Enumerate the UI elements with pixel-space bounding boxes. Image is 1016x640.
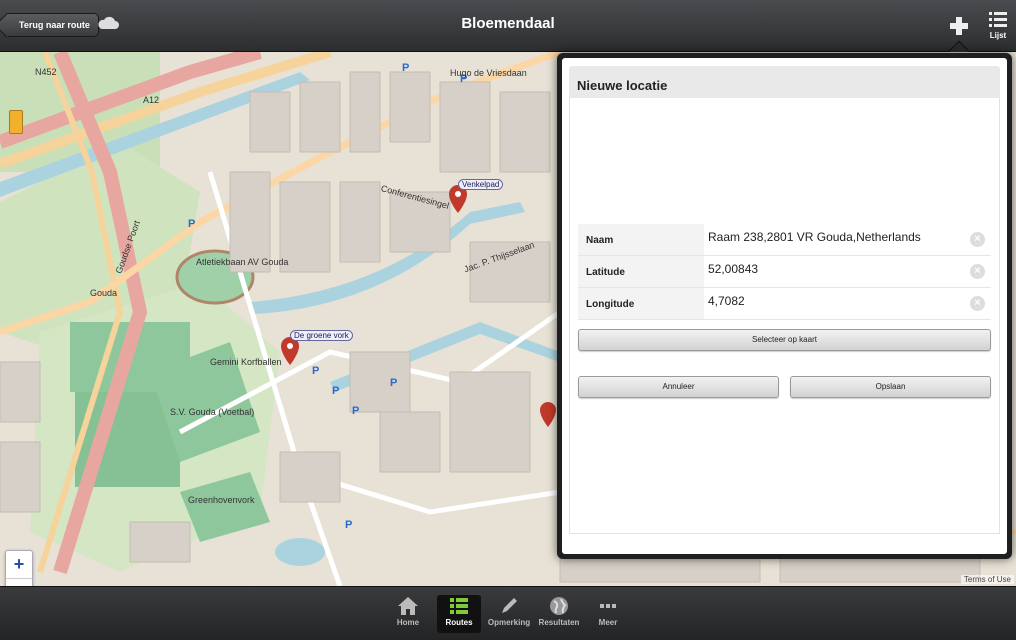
list-button[interactable]: Lijst [985,10,1011,44]
more-icon [600,604,616,608]
add-icon[interactable] [947,14,971,38]
svg-text:P: P [352,405,359,417]
marker-label: De groene vork [290,330,353,341]
svg-text:P: P [402,62,409,74]
svg-text:P: P [390,377,397,389]
tab-meer[interactable]: Meer [586,595,630,633]
tab-label: Routes [445,618,473,627]
tab-label: Home [396,618,420,627]
latitude-label: Latitude [578,256,704,287]
header: Terug naar route Bloemendaal Lijst [0,0,1016,64]
tab-label: Meer [598,618,618,627]
tab-resultaten[interactable]: Resultaten [537,595,581,633]
select-on-map-button[interactable]: Selecteer op kaart [578,329,991,351]
cancel-button[interactable]: Annuleer [578,376,779,398]
svg-text:P: P [312,365,319,377]
map-label: Gemini Korfballen [210,357,282,367]
latitude-input[interactable]: 52,00843 [708,262,758,276]
map-label: Atletiekbaan AV Gouda [196,257,289,267]
tab-routes[interactable]: Routes [437,595,481,633]
tab-opmerking[interactable]: Opmerking [487,595,531,633]
map-label: Hugo de Vriesdaan [450,68,527,78]
longitude-input[interactable]: 4,7082 [708,294,745,308]
tab-label: Resultaten [538,618,580,627]
zoom-control: + − [5,550,33,586]
name-label: Naam [578,224,704,255]
map-label: N452 [35,67,57,77]
longitude-field-row: Longitude 4,7082 × [578,288,991,320]
svg-text:P: P [332,385,339,397]
longitude-label: Longitude [578,288,704,319]
tab-label: Opmerking [487,618,531,627]
map-label: A12 [143,95,160,105]
svg-text:P: P [188,218,195,230]
popover-title: Nieuwe locatie [569,66,1000,98]
popover-body: Naam Raam 238,2801 VR Gouda,Netherlands … [569,98,1000,534]
list-label: Lijst [989,31,1007,40]
popover-content: Nieuwe locatie Naam Raam 238,2801 VR Gou… [562,58,1007,554]
list-icon [989,12,1007,27]
clear-longitude-icon[interactable]: × [970,296,985,311]
clear-latitude-icon[interactable]: × [970,264,985,279]
map-marker[interactable] [281,337,299,365]
tab-bar: Home Routes Opmerking Resultaten Meer [0,586,1016,640]
save-button[interactable]: Opslaan [790,376,991,398]
list-icon [450,598,468,614]
marker-label: Venkelpad [458,179,504,190]
latitude-field-row: Latitude 52,00843 × [578,256,991,288]
map-label: Gouda [90,288,118,298]
zoom-out-button[interactable]: − [6,579,32,586]
street-view-pegman-icon[interactable] [9,110,23,134]
new-location-popover: Nieuwe locatie Naam Raam 238,2801 VR Gou… [557,53,1012,559]
name-field-row: Naam Raam 238,2801 VR Gouda,Netherlands … [578,224,991,256]
clear-name-icon[interactable]: × [970,232,985,247]
zoom-in-button[interactable]: + [6,551,32,579]
terms-link[interactable]: Terms of Use [960,575,1014,584]
map-marker[interactable] [540,402,556,427]
tab-home[interactable]: Home [386,595,430,633]
page-title: Bloemendaal [461,15,555,32]
pencil-icon [502,598,517,613]
globe-icon [550,597,568,615]
svg-text:P: P [345,519,352,531]
map-label: Greenhovenvork [188,495,255,505]
name-input[interactable]: Raam 238,2801 VR Gouda,Netherlands [708,230,921,244]
map-label: S.V. Gouda (Voetbal) [170,407,255,417]
home-icon [398,597,418,615]
